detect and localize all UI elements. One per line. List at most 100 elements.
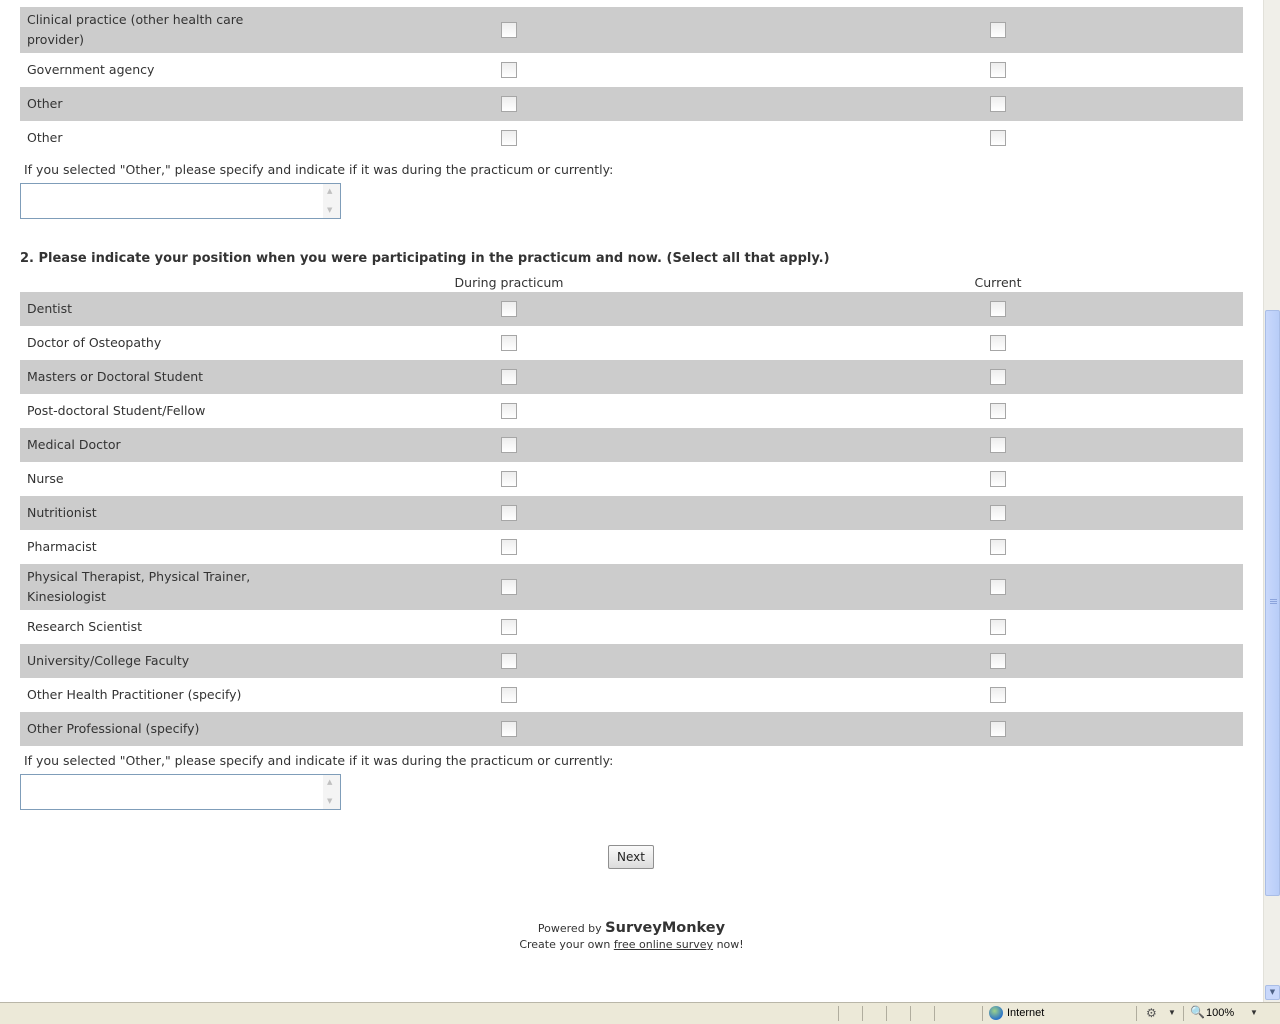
q2-row-pharmacist: Pharmacist <box>20 530 1243 564</box>
footer: Powered by SurveyMonkey Create your own … <box>0 920 1263 952</box>
q1-row-other-1: Other <box>20 87 1243 121</box>
scroll-up-icon[interactable]: ▲ <box>327 778 332 786</box>
divider <box>910 1006 911 1021</box>
current-checkbox[interactable] <box>990 301 1006 317</box>
current-checkbox[interactable] <box>990 653 1006 669</box>
divider <box>1136 1006 1137 1021</box>
q2-row-post-doctoral: Post-doctoral Student/Fellow <box>20 394 1243 428</box>
chevron-down-icon[interactable]: ▼ <box>1250 1008 1258 1017</box>
row-label: Dentist <box>27 301 73 316</box>
zoom-level[interactable]: 100% <box>1206 1007 1234 1019</box>
during-practicum-checkbox[interactable] <box>501 721 517 737</box>
q2-row-doctor-of-osteopathy: Doctor of Osteopathy <box>20 326 1243 360</box>
row-label: Post-doctoral Student/Fellow <box>27 403 206 418</box>
during-practicum-checkbox[interactable] <box>501 619 517 635</box>
powered-by-label: Powered by <box>537 922 602 935</box>
scroll-down-icon[interactable]: ▼ <box>327 206 332 214</box>
q2-row-research-scientist: Research Scientist <box>20 610 1243 644</box>
q2-row-other-professional: Other Professional (specify) <box>20 712 1243 746</box>
during-practicum-checkbox[interactable] <box>501 687 517 703</box>
current-checkbox[interactable] <box>990 687 1006 703</box>
during-practicum-checkbox[interactable] <box>501 653 517 669</box>
textarea-scrollbar[interactable]: ▲ ▼ <box>323 775 340 809</box>
current-checkbox[interactable] <box>990 539 1006 555</box>
divider <box>862 1006 863 1021</box>
during-practicum-checkbox[interactable] <box>501 335 517 351</box>
protected-mode-icon[interactable]: ⚙ <box>1146 1006 1157 1020</box>
row-label: Other <box>27 130 63 145</box>
row-label: Physical Therapist, Physical Trainer, Ki… <box>27 569 251 604</box>
row-label: Other <box>27 96 63 111</box>
during-practicum-checkbox[interactable] <box>501 301 517 317</box>
surveymonkey-logo[interactable]: SurveyMonkey <box>605 920 725 936</box>
q1-row-other-2: Other <box>20 121 1243 155</box>
row-label: Government agency <box>27 62 155 77</box>
current-checkbox[interactable] <box>990 403 1006 419</box>
row-label: Masters or Doctoral Student <box>27 369 204 384</box>
q2-other-prompt: If you selected "Other," please specify … <box>24 753 614 768</box>
scroll-up-icon[interactable]: ▲ <box>327 187 332 195</box>
divider <box>982 1006 983 1021</box>
current-checkbox[interactable] <box>990 130 1006 146</box>
current-checkbox[interactable] <box>990 721 1006 737</box>
during-practicum-checkbox[interactable] <box>501 471 517 487</box>
q2-row-masters-doctoral-student: Masters or Doctoral Student <box>20 360 1243 394</box>
next-button[interactable]: Next <box>608 845 654 869</box>
current-checkbox[interactable] <box>990 505 1006 521</box>
current-checkbox[interactable] <box>990 96 1006 112</box>
scroll-down-arrow-icon[interactable]: ▼ <box>1265 985 1280 1000</box>
scrollbar-thumb[interactable] <box>1265 310 1280 896</box>
row-label: Doctor of Osteopathy <box>27 335 162 350</box>
q2-row-university-faculty: University/College Faculty <box>20 644 1243 678</box>
during-practicum-checkbox[interactable] <box>501 130 517 146</box>
column-header-current: Current <box>974 275 1022 290</box>
scroll-down-icon[interactable]: ▼ <box>327 797 332 805</box>
current-checkbox[interactable] <box>990 471 1006 487</box>
current-checkbox[interactable] <box>990 62 1006 78</box>
divider <box>1183 1006 1184 1021</box>
during-practicum-checkbox[interactable] <box>501 403 517 419</box>
column-header-during-practicum: During practicum <box>454 275 564 290</box>
powered-by-line: Powered by SurveyMonkey <box>0 920 1263 937</box>
during-practicum-checkbox[interactable] <box>501 96 517 112</box>
q1-other-textarea[interactable]: ▲ ▼ <box>20 183 341 219</box>
during-practicum-checkbox[interactable] <box>501 579 517 595</box>
q1-other-prompt: If you selected "Other," please specify … <box>24 162 614 177</box>
during-practicum-checkbox[interactable] <box>501 22 517 38</box>
q2-row-nutritionist: Nutritionist <box>20 496 1243 530</box>
row-label: Research Scientist <box>27 619 142 634</box>
page-scrollbar[interactable]: ▼ <box>1263 0 1280 1002</box>
during-practicum-checkbox[interactable] <box>501 369 517 385</box>
q2-row-other-health-practitioner: Other Health Practitioner (specify) <box>20 678 1243 712</box>
during-practicum-checkbox[interactable] <box>501 62 517 78</box>
current-checkbox[interactable] <box>990 369 1006 385</box>
during-practicum-checkbox[interactable] <box>501 505 517 521</box>
q2-other-textarea[interactable]: ▲ ▼ <box>20 774 341 810</box>
create-suffix: now! <box>716 938 744 951</box>
during-practicum-checkbox[interactable] <box>501 437 517 453</box>
current-checkbox[interactable] <box>990 22 1006 38</box>
current-checkbox[interactable] <box>990 619 1006 635</box>
q2-row-nurse: Nurse <box>20 462 1243 496</box>
browser-status-bar: Internet ⚙ ▼ 🔍 100% ▼ <box>0 1002 1280 1024</box>
chevron-down-icon[interactable]: ▼ <box>1168 1008 1176 1017</box>
question-2-title: 2. Please indicate your position when yo… <box>20 251 830 266</box>
create-prefix: Create your own <box>519 938 611 951</box>
current-checkbox[interactable] <box>990 437 1006 453</box>
textarea-scrollbar[interactable]: ▲ ▼ <box>323 184 340 218</box>
create-survey-line: Create your own free online survey now! <box>0 937 1263 952</box>
current-checkbox[interactable] <box>990 579 1006 595</box>
current-checkbox[interactable] <box>990 335 1006 351</box>
free-online-survey-link[interactable]: free online survey <box>614 938 713 951</box>
internet-zone-globe-icon <box>989 1006 1003 1020</box>
q1-row-government-agency: Government agency <box>20 53 1243 87</box>
q1-row-clinical-practice: Clinical practice (other health care pro… <box>20 7 1243 53</box>
grip-line <box>1270 599 1277 600</box>
grip-line <box>1270 601 1277 602</box>
zoom-magnifier-icon[interactable]: 🔍 <box>1190 1005 1205 1019</box>
divider <box>886 1006 887 1021</box>
row-label: Medical Doctor <box>27 437 121 452</box>
during-practicum-checkbox[interactable] <box>501 539 517 555</box>
divider <box>838 1006 839 1021</box>
row-label: Other Health Practitioner (specify) <box>27 687 242 702</box>
